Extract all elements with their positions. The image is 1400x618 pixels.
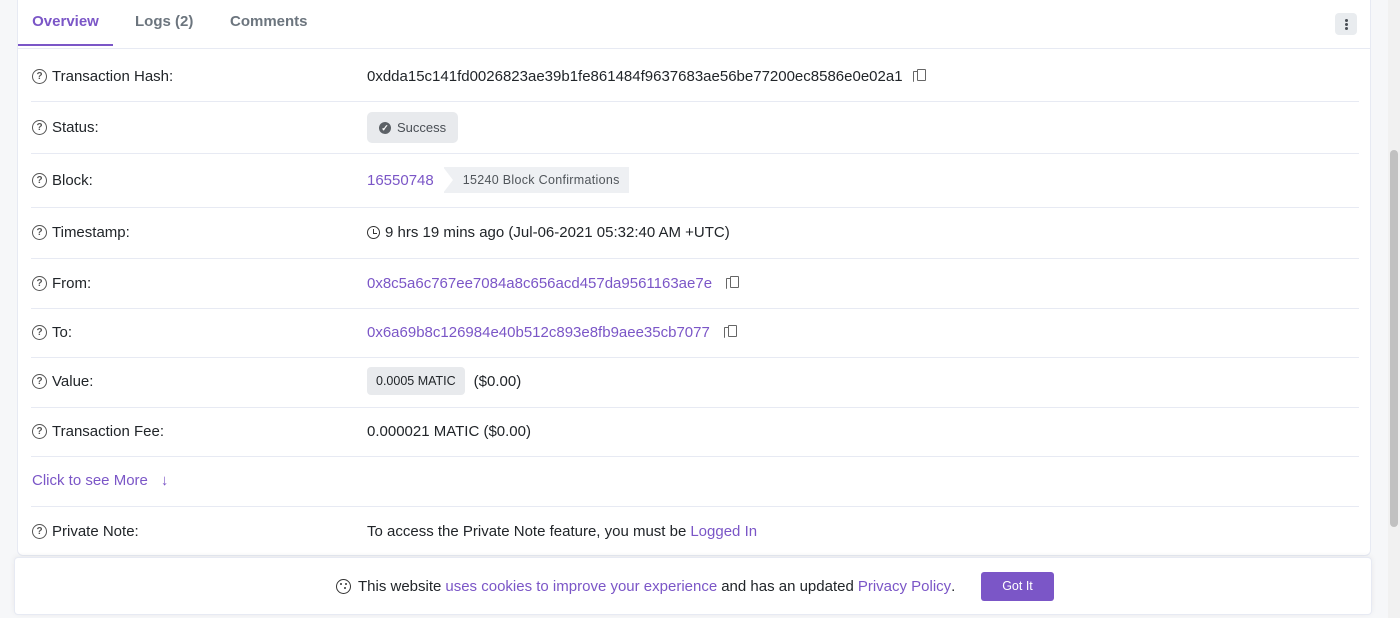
- arrow-down-icon: ↓: [160, 472, 169, 489]
- help-icon[interactable]: ?: [32, 225, 47, 240]
- label-timestamp: ? Timestamp:: [32, 224, 130, 241]
- scroll-thumb[interactable]: [1390, 150, 1398, 527]
- private-note-text: To access the Private Note feature, you …: [367, 523, 687, 540]
- value-from: 0x8c5a6c767ee7084a8c656acd457da9561163ae…: [367, 275, 740, 292]
- logged-in-link[interactable]: Logged In: [690, 523, 757, 540]
- transaction-fee-text: 0.000021 MATIC ($0.00): [367, 423, 531, 440]
- got-it-button[interactable]: Got It: [981, 572, 1054, 601]
- label-text: Value:: [52, 373, 94, 390]
- help-icon[interactable]: ?: [32, 173, 47, 188]
- label-block: ? Block:: [32, 172, 93, 189]
- value-timestamp: 9 hrs 19 mins ago (Jul-06-2021 05:32:40 …: [367, 224, 730, 241]
- cookie-policy-link[interactable]: uses cookies to improve your experience: [445, 578, 717, 595]
- status-text: Success: [397, 120, 447, 135]
- cookie-message: This website uses cookies to improve you…: [336, 578, 955, 595]
- cookie-text: This website: [358, 578, 442, 595]
- confirmations-badge: 15240 Block Confirmations: [442, 167, 629, 193]
- to-address-link[interactable]: 0x6a69b8c126984e40b512c893e8fb9aee35cb70…: [367, 324, 710, 341]
- row-value: ? Value: 0.0005 MATIC ($0.00): [31, 358, 1359, 408]
- help-icon[interactable]: ?: [32, 325, 47, 340]
- value-usd-text: ($0.00): [473, 372, 522, 390]
- help-icon[interactable]: ?: [32, 524, 47, 539]
- value-transaction-fee: 0.000021 MATIC ($0.00): [367, 423, 531, 440]
- more-dot-icon: [1345, 19, 1348, 22]
- cookie-banner: This website uses cookies to improve you…: [14, 557, 1372, 615]
- cookie-text: .: [951, 578, 956, 595]
- copy-icon[interactable]: [723, 325, 738, 340]
- value-to: 0x6a69b8c126984e40b512c893e8fb9aee35cb70…: [367, 324, 738, 341]
- tab-comments[interactable]: Comments: [230, 0, 308, 46]
- label-text: Private Note:: [52, 523, 139, 540]
- value-transaction-hash: 0xdda15c141fd0026823ae39b1fe861484f96376…: [367, 68, 927, 85]
- label-value: ? Value:: [32, 373, 93, 390]
- label-text: Status:: [52, 119, 99, 136]
- row-status: ? Status: ✓ Success: [31, 102, 1359, 154]
- value-block: 16550748 15240 Block Confirmations: [367, 167, 629, 193]
- label-text: Block:: [52, 172, 93, 189]
- row-to: ? To: 0x6a69b8c126984e40b512c893e8fb9aee…: [31, 309, 1359, 358]
- cookie-text: and has an updated: [721, 578, 854, 595]
- label-transaction-hash: ? Transaction Hash:: [32, 68, 173, 85]
- status-badge: ✓ Success: [367, 112, 459, 143]
- cookie-icon: [336, 579, 351, 594]
- row-timestamp: ? Timestamp: 9 hrs 19 mins ago (Jul-06-2…: [31, 208, 1359, 259]
- block-number-link[interactable]: 16550748: [367, 172, 434, 189]
- see-more-link[interactable]: Click to see More ↓: [32, 472, 168, 489]
- tab-overview[interactable]: Overview: [18, 0, 113, 46]
- tab-bar: Overview Logs (2) Comments: [18, 0, 1370, 49]
- row-private-note: ? Private Note: To access the Private No…: [31, 507, 1359, 555]
- value-badge: 0.0005 MATIC: [367, 367, 465, 395]
- value-status: ✓ Success: [367, 112, 459, 143]
- copy-icon[interactable]: [726, 276, 740, 291]
- help-icon[interactable]: ?: [32, 276, 47, 291]
- help-icon[interactable]: ?: [32, 374, 47, 389]
- label-transaction-fee: ? Transaction Fee:: [32, 423, 164, 440]
- label-text: Transaction Fee:: [52, 423, 164, 440]
- label-text: To:: [52, 324, 73, 341]
- privacy-policy-link[interactable]: Privacy Policy: [858, 578, 951, 595]
- label-private-note: ? Private Note:: [32, 523, 139, 540]
- value-amount: 0.0005 MATIC ($0.00): [367, 367, 521, 395]
- more-dot-icon: [1345, 23, 1348, 26]
- see-more-text: Click to see More: [32, 472, 148, 489]
- copy-icon[interactable]: [912, 69, 927, 84]
- label-text: From:: [52, 275, 92, 292]
- more-dot-icon: [1345, 27, 1348, 30]
- row-from: ? From: 0x8c5a6c767ee7084a8c656acd457da9…: [31, 259, 1359, 309]
- label-status: ? Status:: [32, 119, 99, 136]
- scrollbar[interactable]: [1388, 0, 1400, 618]
- row-block: ? Block: 16550748 15240 Block Confirmati…: [31, 154, 1359, 208]
- label-from: ? From:: [32, 275, 91, 292]
- value-private-note: To access the Private Note feature, you …: [367, 523, 757, 540]
- help-icon[interactable]: ?: [32, 69, 47, 84]
- clock-icon: [367, 226, 380, 239]
- help-icon[interactable]: ?: [32, 424, 47, 439]
- row-see-more: Click to see More ↓: [31, 457, 1359, 507]
- label-text: Transaction Hash:: [52, 68, 174, 85]
- more-options-button[interactable]: [1335, 13, 1357, 35]
- row-transaction-fee: ? Transaction Fee: 0.000021 MATIC ($0.00…: [31, 408, 1359, 457]
- row-transaction-hash: ? Transaction Hash: 0xdda15c141fd0026823…: [31, 48, 1359, 102]
- from-address-link[interactable]: 0x8c5a6c767ee7084a8c656acd457da9561163ae…: [367, 275, 712, 292]
- tab-logs[interactable]: Logs (2): [135, 0, 193, 46]
- check-circle-icon: ✓: [379, 121, 391, 134]
- label-to: ? To:: [32, 324, 72, 341]
- label-text: Timestamp:: [52, 224, 130, 241]
- timestamp-text: 9 hrs 19 mins ago (Jul-06-2021 05:32:40 …: [385, 224, 730, 241]
- transaction-hash-text: 0xdda15c141fd0026823ae39b1fe861484f96376…: [367, 68, 903, 85]
- help-icon[interactable]: ?: [32, 120, 47, 135]
- transaction-card: Overview Logs (2) Comments ? Transaction…: [17, 0, 1371, 556]
